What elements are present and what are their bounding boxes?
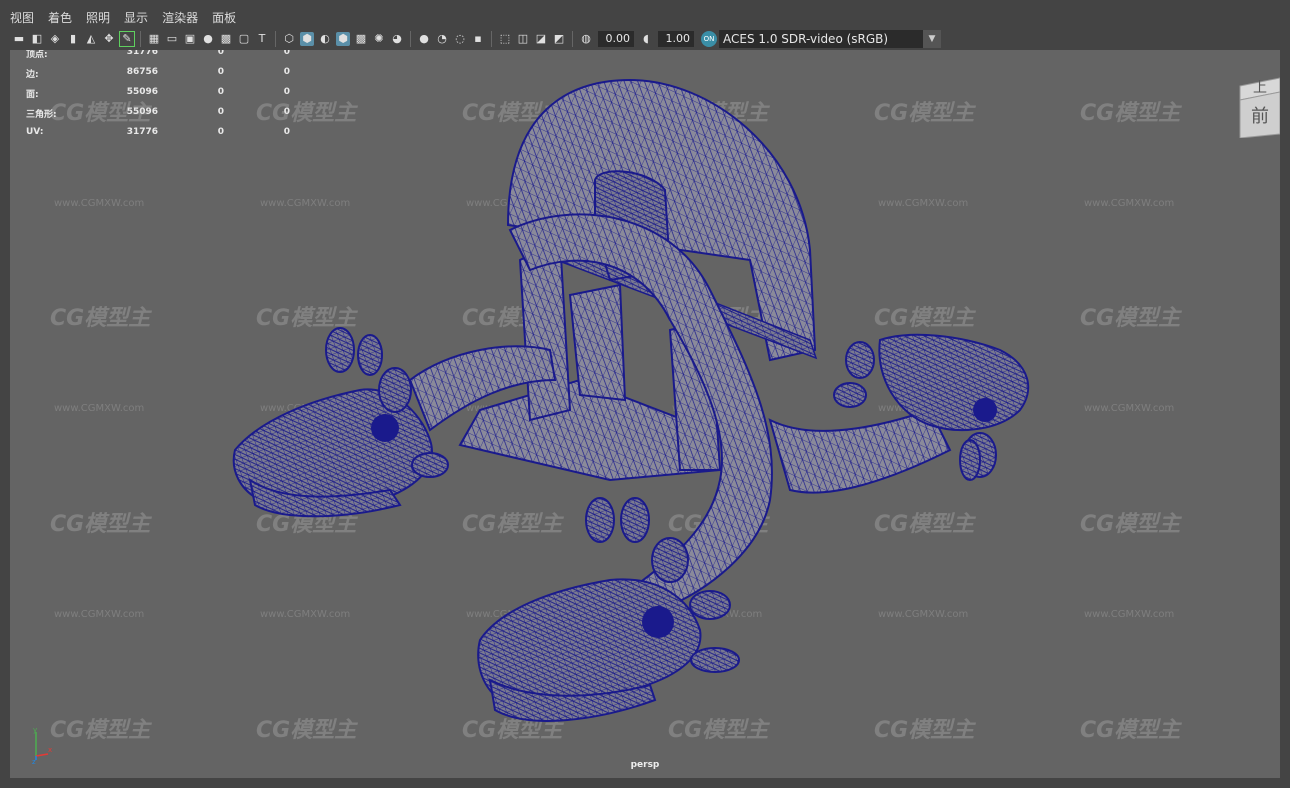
hud-label: UV: — [26, 127, 44, 137]
axis-y-label: y — [33, 726, 37, 734]
viewport-menubar: 视图 着色 照明 显示 渲染器 面板 — [10, 6, 250, 28]
xray-joints-icon[interactable]: ◩ — [552, 32, 566, 46]
app-window: 视图 着色 照明 显示 渲染器 面板 ▬ ◧ ◈ ▮ ◭ ✥ ✎ ▦ ▭ ▣ ●… — [0, 0, 1290, 788]
menu-show[interactable]: 显示 — [124, 9, 148, 26]
exposure-field[interactable]: 0.00 — [598, 31, 634, 47]
use-all-lights-icon[interactable]: ✺ — [372, 32, 386, 46]
menu-shading[interactable]: 着色 — [48, 9, 72, 26]
hud-label: 面: — [26, 90, 39, 100]
view-cube[interactable]: 上 前 — [1236, 72, 1280, 138]
hud-row-faces: 面: 55096 0 0 — [26, 87, 290, 107]
dragon-model-wireframe — [232, 78, 1030, 722]
hud-label: 边: — [26, 70, 39, 80]
view-transform-value: ACES 1.0 SDR-video (sRGB) — [723, 32, 889, 46]
default-material-icon[interactable]: ◐ — [318, 32, 332, 46]
gamma-field[interactable]: 1.00 — [658, 31, 694, 47]
2d-pan-zoom-icon[interactable]: ✥ — [102, 32, 116, 46]
safe-title-icon[interactable]: T — [255, 32, 269, 46]
hud-value: 0 — [283, 107, 290, 117]
screen-space-ao-icon[interactable]: ● — [417, 32, 431, 46]
axis-x-label: x — [48, 746, 52, 754]
hud-row-vertices: 顶点: 31776 0 0 — [26, 50, 290, 67]
toolbar-divider — [275, 31, 276, 47]
textured-icon[interactable]: ▩ — [354, 32, 368, 46]
hud-value: 0 — [217, 67, 224, 77]
resolution-gate-icon[interactable]: ▣ — [183, 32, 197, 46]
select-camera-icon[interactable]: ▬ — [12, 32, 26, 46]
hud-label: 顶点: — [26, 50, 48, 60]
toolbar-divider — [491, 31, 492, 47]
gamma-icon[interactable]: ◖ — [639, 32, 653, 46]
hud-row-triangles: 三角形: 55096 0 0 — [26, 107, 290, 127]
film-gate-icon[interactable]: ▭ — [165, 32, 179, 46]
menu-lighting[interactable]: 照明 — [86, 9, 110, 26]
exposure-icon[interactable]: ◍ — [579, 32, 593, 46]
hud-value: 0 — [283, 127, 290, 137]
safe-action-icon[interactable]: ▢ — [237, 32, 251, 46]
menu-renderer[interactable]: 渲染器 — [162, 9, 198, 26]
hud-value: 31776 — [126, 50, 158, 57]
bookmark-icon[interactable]: ▮ — [66, 32, 80, 46]
xray-active-components-icon[interactable]: ◪ — [534, 32, 548, 46]
hud-value: 0 — [217, 127, 224, 137]
view-cube-front-label[interactable]: 前 — [1251, 106, 1269, 127]
hud-value: 0 — [283, 87, 290, 97]
hud-value: 55096 — [126, 107, 158, 117]
camera-attributes-icon[interactable]: ◧ — [30, 32, 44, 46]
hud-value: 31776 — [126, 127, 158, 137]
smooth-shade-icon[interactable]: ⬢ — [300, 32, 314, 46]
hud-value: 0 — [217, 107, 224, 117]
bookmark-camera-icon[interactable]: ◈ — [48, 32, 62, 46]
toolbar-divider — [572, 31, 573, 47]
depth-of-field-icon[interactable]: ▪ — [471, 32, 485, 46]
axis-gizmo: y x z — [32, 726, 52, 764]
color-management-icon[interactable]: ON — [701, 31, 717, 47]
shadows-icon[interactable]: ◕ — [390, 32, 404, 46]
wireframe-on-shaded-icon[interactable]: ⬢ — [336, 32, 350, 46]
hud-row-edges: 边: 86756 0 0 — [26, 67, 290, 87]
hud-value: 0 — [217, 50, 224, 57]
menu-view[interactable]: 视图 — [10, 9, 34, 26]
toolbar-divider — [140, 31, 141, 47]
hud-row-uvs: UV: 31776 0 0 — [26, 127, 290, 147]
hud-value: 0 — [283, 50, 290, 57]
hud-value: 0 — [283, 67, 290, 77]
view-cube-top-label[interactable]: 上 — [1253, 80, 1267, 96]
hud-label: 三角形: — [26, 110, 57, 120]
gate-mask-icon[interactable]: ● — [201, 32, 215, 46]
grid-icon[interactable]: ▦ — [147, 32, 161, 46]
field-chart-icon[interactable]: ▩ — [219, 32, 233, 46]
persp-viewport[interactable]: CG模型主 www.CGMXW.com CG模型主 www.CGMXW.com CG模型… — [10, 50, 1280, 778]
panel-toolbar: ▬ ◧ ◈ ▮ ◭ ✥ ✎ ▦ ▭ ▣ ● ▩ ▢ T ⬡ ⬢ ◐ ⬢ ▩ ✺ … — [10, 28, 1280, 50]
view-transform-dropdown[interactable]: ACES 1.0 SDR-video (sRGB) ▼ — [719, 30, 941, 48]
xray-icon[interactable]: ◫ — [516, 32, 530, 46]
image-plane-icon[interactable]: ◭ — [84, 32, 98, 46]
isolate-select-icon[interactable]: ⬚ — [498, 32, 512, 46]
camera-name-label: persp — [630, 760, 660, 770]
motion-blur-icon[interactable]: ◔ — [435, 32, 449, 46]
hud-value: 55096 — [126, 87, 158, 97]
poly-count-hud: 顶点: 31776 0 0 边: 86756 0 0 面: 55096 0 0 … — [26, 50, 290, 147]
hud-value: 0 — [217, 87, 224, 97]
toolbar-divider — [410, 31, 411, 47]
grease-pencil-icon[interactable]: ✎ — [119, 31, 135, 47]
anti-aliasing-icon[interactable]: ◌ — [453, 32, 467, 46]
wireframe-icon[interactable]: ⬡ — [282, 32, 296, 46]
menu-panels[interactable]: 面板 — [212, 9, 236, 26]
chevron-down-icon[interactable]: ▼ — [923, 30, 941, 48]
hud-value: 86756 — [126, 67, 158, 77]
